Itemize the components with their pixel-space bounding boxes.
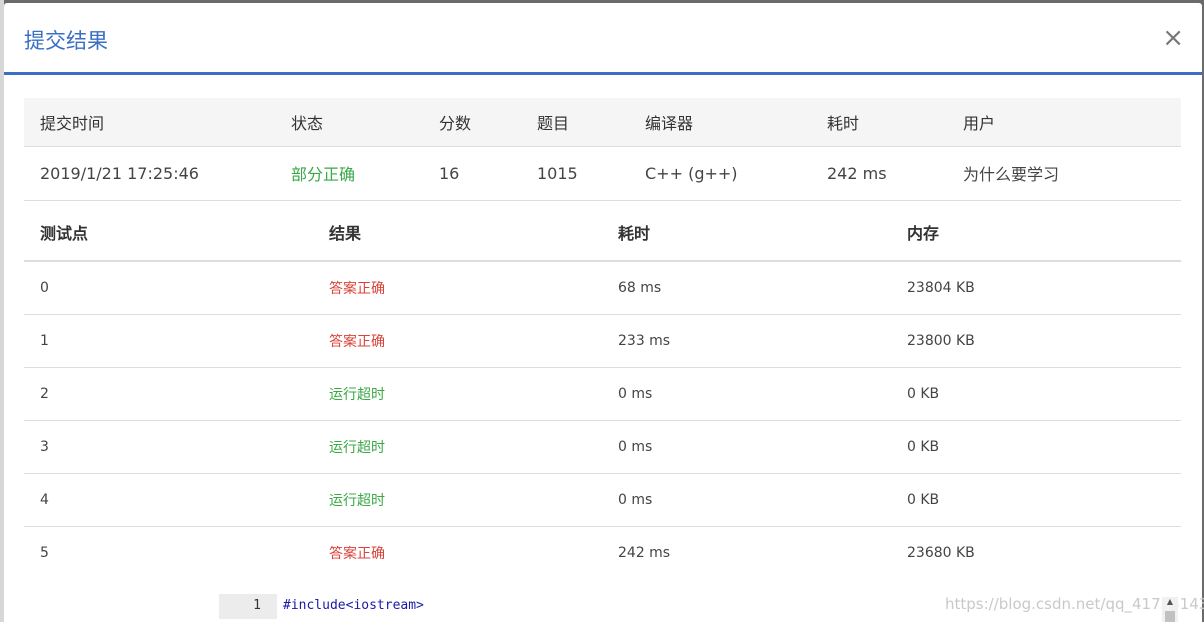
header-time: 耗时 — [618, 203, 907, 262]
header-submit-time: 提交时间 — [24, 98, 291, 147]
test-result: 答案正确 — [329, 546, 385, 562]
cases-header-row: 测试点 结果 耗时 内存 — [24, 203, 1181, 262]
test-time: 233 ms — [618, 314, 907, 368]
score-value: 16 — [439, 146, 537, 201]
header-test-point: 测试点 — [24, 203, 329, 262]
line-number: 1 — [253, 598, 261, 613]
compiler-value: C++ (g++) — [645, 146, 827, 201]
test-memory: 23804 KB — [907, 261, 1181, 315]
modal-header: 提交结果 × — [4, 3, 1202, 75]
submission-summary-table: 提交时间 状态 分数 题目 编译器 耗时 用户 2019/1/21 17:25:… — [24, 98, 1181, 201]
test-memory: 0 KB — [907, 420, 1181, 474]
test-result: 答案正确 — [329, 261, 618, 315]
header-duration: 耗时 — [827, 98, 963, 147]
test-point-id: 2 — [24, 367, 329, 421]
header-status: 状态 — [291, 98, 439, 147]
test-result: 运行超时 — [329, 473, 618, 527]
scrollbar[interactable]: ▲ — [1162, 597, 1178, 622]
test-memory: 23800 KB — [907, 314, 1181, 368]
table-row: 3 运行超时 0 ms 0 KB — [24, 420, 1181, 474]
table-row: 4 运行超时 0 ms 0 KB — [24, 473, 1181, 527]
summary-row: 2019/1/21 17:25:46 部分正确 16 1015 C++ (g++… — [24, 146, 1181, 201]
modal-title: 提交结果 — [24, 29, 108, 53]
test-result: 答案正确 — [329, 314, 618, 368]
table-row: 5 答案正确 242 ms 23680 KB — [24, 527, 1181, 580]
header-result: 结果 — [329, 203, 618, 262]
test-time: 242 ms — [618, 545, 671, 561]
header-problem: 题目 — [537, 98, 645, 147]
header-user: 用户 — [963, 98, 1181, 147]
scroll-up-icon[interactable]: ▲ — [1162, 597, 1178, 607]
test-point-id: 3 — [24, 420, 329, 474]
user-name: 为什么要学习 — [963, 146, 1181, 201]
header-memory: 内存 — [907, 203, 1181, 262]
test-point-id: 4 — [24, 473, 329, 527]
test-time: 0 ms — [618, 473, 907, 527]
code-line: #include<iostream> — [283, 598, 424, 613]
test-point-id: 5 — [40, 545, 49, 561]
header-compiler: 编译器 — [645, 98, 827, 147]
table-row: 2 运行超时 0 ms 0 KB — [24, 367, 1181, 421]
status-text: 部分正确 — [291, 146, 439, 201]
test-result: 运行超时 — [329, 367, 618, 421]
test-time: 0 ms — [618, 420, 907, 474]
table-row: 0 答案正确 68 ms 23804 KB — [24, 261, 1181, 315]
test-memory: 23680 KB — [907, 545, 975, 561]
test-time: 0 ms — [618, 367, 907, 421]
problem-id: 1015 — [537, 146, 645, 201]
summary-header-row: 提交时间 状态 分数 题目 编译器 耗时 用户 — [24, 98, 1181, 147]
close-icon[interactable]: × — [1162, 23, 1184, 53]
test-memory: 0 KB — [907, 367, 1181, 421]
test-memory: 0 KB — [907, 473, 1181, 527]
test-point-id: 1 — [24, 314, 329, 368]
table-row: 1 答案正确 233 ms 23800 KB — [24, 314, 1181, 368]
test-point-id: 0 — [24, 261, 329, 315]
submission-result-modal: 提交结果 × 提交时间 状态 分数 题目 编译器 耗时 用户 2019/1/21… — [4, 3, 1202, 622]
test-result: 运行超时 — [329, 420, 618, 474]
scroll-thumb[interactable] — [1165, 611, 1175, 622]
duration-value: 242 ms — [827, 146, 963, 201]
submit-time: 2019/1/21 17:25:46 — [24, 146, 291, 201]
test-cases-table: 测试点 结果 耗时 内存 0 答案正确 68 ms 23804 KB 1 答案正… — [24, 203, 1181, 579]
line-gutter: 1 — [219, 594, 277, 619]
test-time: 68 ms — [618, 261, 907, 315]
header-score: 分数 — [439, 98, 537, 147]
